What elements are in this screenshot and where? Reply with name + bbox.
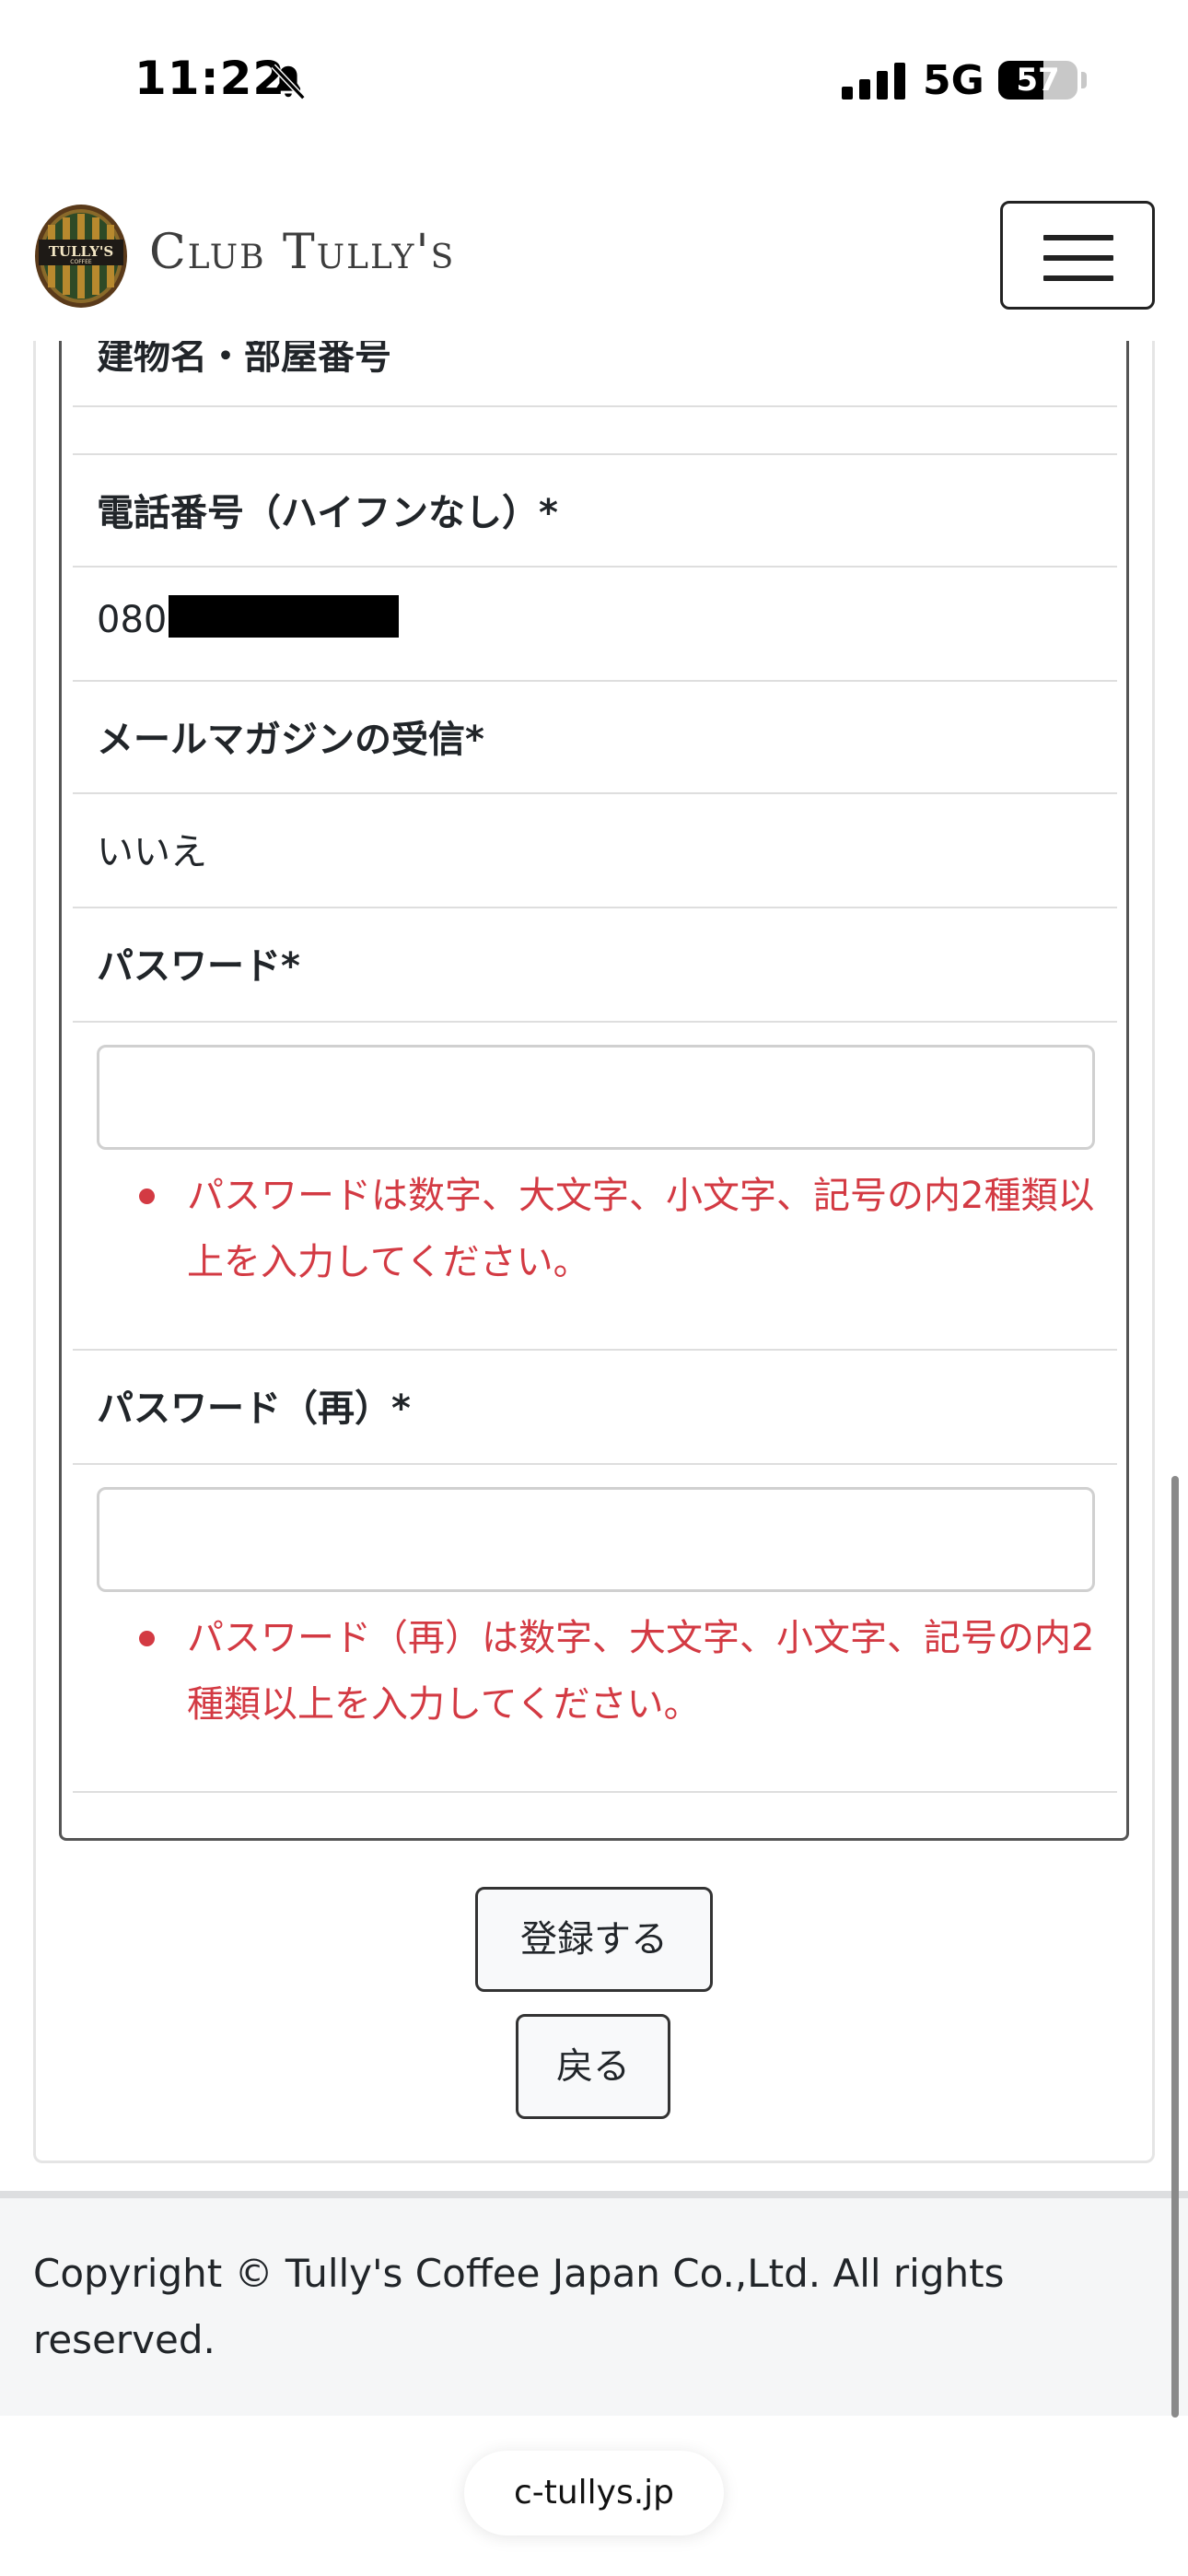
redaction-block: [169, 595, 400, 638]
copyright-text: Copyright © Tully's Coffee Japan Co.,Ltd…: [33, 2251, 1005, 2362]
tullys-logo[interactable]: TULLY'S COFFEE: [33, 203, 129, 310]
menu-icon-bar: [1043, 275, 1113, 281]
building-label: 建物名・部屋番号: [97, 341, 391, 378]
network-label: 5G: [923, 57, 984, 104]
row-divider: [73, 453, 1117, 455]
password-confirm-label: パスワード（再）*: [97, 1388, 411, 1430]
brand-name[interactable]: Club Tully's: [149, 225, 455, 280]
site-footer: Copyright © Tully's Coffee Japan Co.,Ltd…: [0, 2191, 1188, 2416]
row-divider: [73, 907, 1117, 908]
registration-form: 建物名・部屋番号 電話番号（ハイフンなし）* 080 メールマガジンの受信* い…: [59, 341, 1129, 1841]
password-confirm-error: パスワード（再）は数字、大文字、小文字、記号の内2種類以上を入力してください。: [139, 1605, 1124, 1738]
site-header: TULLY'S COFFEE Club Tully's: [0, 157, 1188, 350]
back-button[interactable]: 戻る: [516, 2014, 670, 2119]
row-divider: [73, 1021, 1117, 1023]
status-time: 11:22: [134, 52, 286, 105]
row-divider: [73, 405, 1117, 407]
bell-slash-icon: [271, 64, 306, 100]
row-divider: [73, 1349, 1117, 1351]
register-button[interactable]: 登録する: [475, 1887, 713, 1992]
row-divider: [73, 680, 1117, 682]
password-label: パスワード*: [97, 945, 300, 988]
phone-label: 電話番号（ハイフンなし）*: [97, 492, 558, 534]
browser-url-bar[interactable]: c-tullys.jp: [464, 2451, 724, 2535]
menu-icon-bar: [1043, 235, 1113, 240]
newsletter-label: メールマガジンの受信*: [97, 719, 484, 761]
hamburger-menu-button[interactable]: [1000, 201, 1155, 310]
password-confirm-error-list: パスワード（再）は数字、大文字、小文字、記号の内2種類以上を入力してください。: [139, 1605, 1124, 1738]
battery-icon: 57: [998, 61, 1077, 100]
newsletter-value: いいえ: [97, 831, 207, 873]
row-divider: [73, 566, 1117, 568]
row-divider: [73, 1463, 1117, 1465]
row-divider: [73, 1791, 1117, 1793]
battery-percent: 57: [1016, 62, 1060, 99]
password-error: パスワードは数字、大文字、小文字、記号の内2種類以上を入力してください。: [139, 1163, 1124, 1295]
signal-icon: [842, 63, 905, 100]
password-input[interactable]: [97, 1045, 1095, 1150]
svg-text:COFFEE: COFFEE: [70, 259, 92, 265]
phone-value: 080: [97, 595, 400, 641]
password-confirm-input[interactable]: [97, 1487, 1095, 1592]
battery-cap: [1081, 72, 1087, 88]
row-divider: [73, 792, 1117, 794]
page-scrollbar[interactable]: [1171, 1476, 1179, 2418]
svg-text:TULLY'S: TULLY'S: [49, 243, 114, 260]
menu-icon-bar: [1043, 255, 1113, 261]
password-error-list: パスワードは数字、大文字、小文字、記号の内2種類以上を入力してください。: [139, 1163, 1124, 1295]
status-bar: 11:22 5G 57: [0, 0, 1188, 157]
